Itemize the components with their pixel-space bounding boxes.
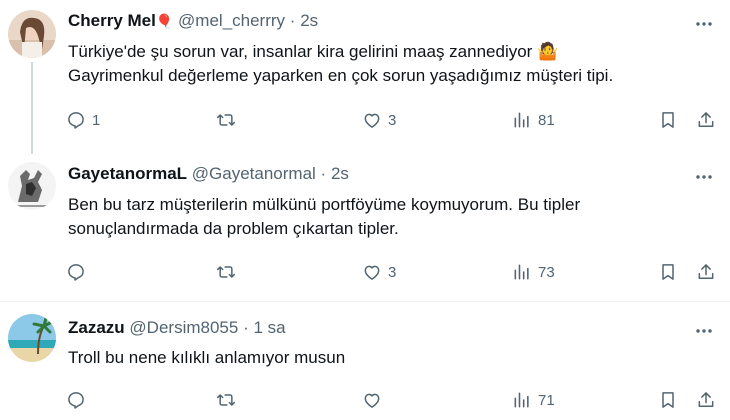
tweet-text-line: sonuçlandırmada da problem çıkartan tipl…: [68, 219, 399, 238]
timestamp[interactable]: 1 sa: [253, 318, 285, 337]
share-icon: [698, 392, 714, 407]
avatar[interactable]: [8, 162, 56, 210]
name-emoji: 🎈: [155, 13, 174, 29]
tweet-3[interactable]: Zazazu @Dersim8055 · 1 sa Troll bu nene …: [0, 302, 730, 420]
reply-count: 1: [92, 111, 101, 129]
views-icon: [514, 112, 529, 128]
like-icon: [364, 393, 380, 408]
views-button[interactable]: 73: [512, 260, 555, 284]
like-button[interactable]: 3: [362, 108, 396, 132]
view-count: 73: [538, 263, 555, 281]
tweet-text: Türkiye'de şu sorun var, insanlar kira g…: [68, 40, 708, 88]
retweet-button[interactable]: [216, 108, 242, 132]
tweet-text-line: Troll bu nene kılıklı anlamıyor musun: [68, 348, 346, 367]
separator-dot: ·: [289, 11, 296, 30]
bookmark-button[interactable]: [658, 108, 678, 132]
reply-button[interactable]: [66, 388, 92, 412]
like-icon: [364, 265, 380, 280]
bookmark-icon: [662, 264, 674, 280]
reply-icon: [68, 112, 84, 129]
view-count: 81: [538, 111, 555, 129]
share-button[interactable]: [696, 108, 716, 132]
like-icon: [364, 113, 380, 128]
display-name[interactable]: GayetanormaL: [68, 164, 187, 183]
bookmark-button[interactable]: [658, 388, 678, 412]
timestamp[interactable]: 2s: [300, 11, 318, 30]
like-count: 3: [388, 263, 397, 281]
views-button[interactable]: 81: [512, 108, 555, 132]
like-button[interactable]: 3: [362, 260, 396, 284]
tweet-actions: 1 3 81: [66, 108, 722, 132]
retweet-icon: [216, 114, 236, 126]
views-button[interactable]: 71: [512, 388, 555, 412]
bookmark-button[interactable]: [658, 260, 678, 284]
reply-icon: [68, 264, 84, 281]
tweet-header: Cherry Mel🎈 @mel_cherrry · 2s: [68, 11, 318, 31]
views-icon: [514, 264, 529, 280]
share-button[interactable]: [696, 260, 716, 284]
tweet-1[interactable]: Cherry Mel🎈 @mel_cherrry · 2s Türkiye'de…: [0, 0, 730, 154]
user-handle[interactable]: @Dersim8055: [129, 318, 238, 337]
separator-dot: ·: [243, 318, 249, 337]
retweet-button[interactable]: [216, 388, 242, 412]
bookmark-icon: [662, 112, 674, 128]
display-name[interactable]: Zazazu: [68, 318, 125, 337]
avatar[interactable]: [8, 314, 56, 362]
more-icon[interactable]: [694, 321, 714, 341]
reply-icon: [68, 392, 84, 409]
separator-dot: ·: [320, 164, 327, 183]
tweet-actions: 3 73: [66, 260, 722, 284]
view-count: 71: [538, 391, 555, 409]
like-button[interactable]: [362, 388, 388, 412]
tweet-text: Troll bu nene kılıklı anlamıyor musun: [68, 346, 708, 370]
retweet-icon: [216, 394, 236, 406]
tweet-text-line: Ben bu tarz müşterilerin mülkünü portföy…: [68, 195, 581, 214]
views-icon: [514, 392, 529, 408]
display-name[interactable]: Cherry Mel: [68, 11, 156, 30]
tweet-header: Zazazu @Dersim8055 · 1 sa: [68, 318, 286, 338]
thread-line: [31, 62, 33, 154]
tweet-text-line: Türkiye'de şu sorun var, insanlar kira g…: [68, 42, 559, 61]
user-handle[interactable]: @mel_cherrry: [178, 11, 285, 30]
like-count: 3: [388, 111, 397, 129]
more-icon[interactable]: [694, 167, 714, 187]
share-icon: [698, 112, 714, 127]
user-handle[interactable]: @Gayetanormal: [192, 164, 316, 183]
tweet-text-line: Gayrimenkul değerleme yaparken en çok so…: [68, 66, 614, 85]
retweet-button[interactable]: [216, 260, 242, 284]
tweet-2[interactable]: GayetanormaL @Gayetanormal · 2s Ben bu t…: [0, 150, 730, 295]
timestamp[interactable]: 2s: [331, 164, 349, 183]
tweet-text: Ben bu tarz müşterilerin mülkünü portföy…: [68, 193, 708, 241]
share-button[interactable]: [696, 388, 716, 412]
tweet-actions: 71: [66, 388, 722, 412]
avatar[interactable]: [8, 10, 56, 58]
reply-button[interactable]: [66, 260, 92, 284]
share-icon: [698, 264, 714, 279]
bookmark-icon: [662, 392, 674, 408]
reply-button[interactable]: 1: [66, 108, 100, 132]
tweet-header: GayetanormaL @Gayetanormal · 2s: [68, 164, 349, 184]
more-icon[interactable]: [694, 14, 714, 34]
retweet-icon: [216, 266, 236, 278]
